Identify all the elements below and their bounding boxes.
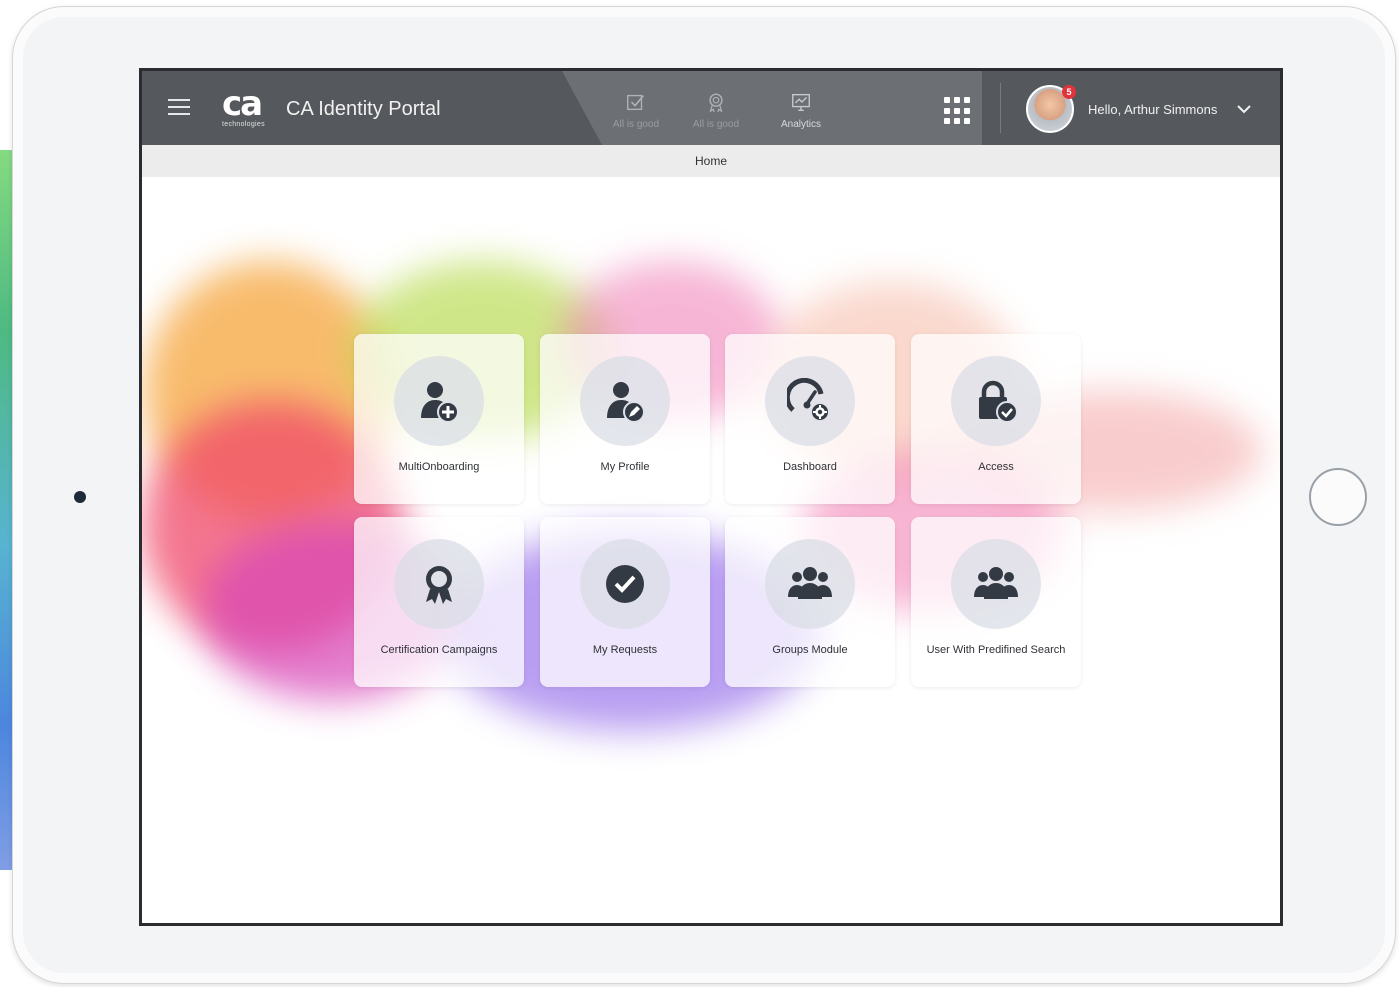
top-bar: ca technologies CA Identity Portal All i… <box>142 71 1280 145</box>
tile-label: User With Predifined Search <box>926 644 1066 656</box>
nav-analytics[interactable]: Analytics <box>769 91 833 130</box>
group-icon <box>788 567 832 599</box>
user-greeting[interactable]: Hello, Arthur Simmons <box>1088 102 1217 117</box>
home-button[interactable] <box>1309 468 1367 526</box>
nav-label: All is good <box>612 119 660 130</box>
chevron-down-icon[interactable] <box>1236 103 1252 115</box>
tile-label: My Requests <box>592 644 658 656</box>
badge-icon <box>709 93 723 113</box>
tile-my-requests[interactable]: My Requests <box>540 517 710 687</box>
menu-icon[interactable] <box>168 99 190 117</box>
award-icon <box>426 566 452 604</box>
tile-label: MultiOnboarding <box>398 461 480 473</box>
tile-my-profile[interactable]: My Profile <box>540 334 710 504</box>
nav-status-awards[interactable]: All is good <box>684 91 748 130</box>
breadcrumb-home[interactable]: Home <box>695 154 727 168</box>
user-edit-icon <box>607 382 645 423</box>
notification-badge[interactable]: 5 <box>1062 85 1076 99</box>
tile-label: My Profile <box>600 461 650 473</box>
nav-status-checks[interactable]: All is good <box>604 91 668 130</box>
tile-user-with-predifined-search[interactable]: User With Predifined Search <box>911 517 1081 687</box>
apps-grid-icon[interactable] <box>944 97 972 125</box>
group-search-icon <box>974 567 1018 599</box>
tile-certification-campaigns[interactable]: Certification Campaigns <box>354 517 524 687</box>
tile-label: Groups Module <box>772 644 848 656</box>
nav-label: Analytics <box>780 119 821 130</box>
breadcrumb: Home <box>142 145 1280 177</box>
tile-dashboard[interactable]: Dashboard <box>725 334 895 504</box>
user-add-icon <box>421 382 459 423</box>
tile-label: Dashboard <box>783 461 837 473</box>
divider <box>1000 83 1001 133</box>
tile-access[interactable]: Access <box>911 334 1081 504</box>
logo[interactable]: ca technologies <box>222 87 278 133</box>
tile-groups-module[interactable]: Groups Module <box>725 517 895 687</box>
screen: ca technologies CA Identity Portal All i… <box>139 68 1283 926</box>
nav-label: All is good <box>692 119 740 130</box>
camera-icon <box>74 491 86 503</box>
tile-label: Certification Campaigns <box>380 644 498 656</box>
tile-multionboarding[interactable]: MultiOnboarding <box>354 334 524 504</box>
gauge-settings-icon <box>787 378 830 422</box>
app-title: CA Identity Portal <box>286 98 441 120</box>
analytics-icon <box>792 93 810 111</box>
lock-check-icon <box>979 380 1018 423</box>
logo-subtitle: technologies <box>222 121 265 128</box>
checkbox-icon <box>627 94 644 111</box>
check-circle-icon <box>606 565 644 603</box>
logo-mark: ca <box>222 84 263 124</box>
tile-label: Access <box>978 461 1014 473</box>
